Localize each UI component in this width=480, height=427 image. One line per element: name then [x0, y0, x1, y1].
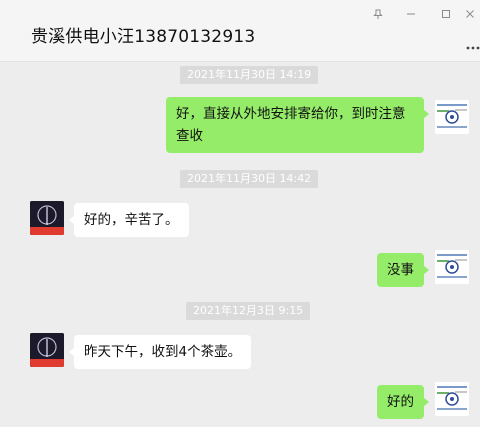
sent-message-bubble[interactable]: 好的 — [377, 385, 429, 419]
chat-title: 贵溪供电小汪13870132913 — [31, 27, 256, 47]
avatar-qr-icon — [435, 250, 469, 284]
my-avatar[interactable] — [435, 250, 469, 284]
avatar-qr-icon — [435, 382, 469, 416]
minimize-icon[interactable] — [401, 6, 421, 22]
my-avatar[interactable] — [435, 382, 469, 416]
received-message-bubble[interactable]: 好的，辛苦了。 — [69, 203, 189, 237]
pin-icon[interactable] — [368, 6, 388, 22]
more-icon[interactable] — [466, 35, 480, 54]
timestamp: 2021年11月30日 14:19 — [180, 66, 319, 84]
contact-avatar[interactable] — [30, 201, 64, 235]
avatar-image-icon — [30, 201, 64, 235]
timestamp: 2021年11月30日 14:42 — [180, 170, 319, 188]
timestamp: 2021年12月3日 9:15 — [186, 302, 311, 320]
sent-message-bubble[interactable]: 没事 — [377, 253, 429, 287]
contact-avatar[interactable] — [30, 333, 64, 367]
received-message-bubble[interactable]: 昨天下午，收到4个茶壶。 — [68, 335, 252, 369]
avatar-qr-icon — [435, 100, 469, 134]
chat-header: 贵溪供电小汪13870132913 — [0, 0, 480, 62]
close-icon[interactable] — [460, 6, 480, 22]
avatar-image-icon — [30, 333, 64, 367]
maximize-icon[interactable] — [436, 6, 456, 22]
sent-message-bubble[interactable]: 好，直接从外地安排寄给你，到时注意查收 — [166, 97, 429, 153]
my-avatar[interactable] — [435, 100, 469, 134]
